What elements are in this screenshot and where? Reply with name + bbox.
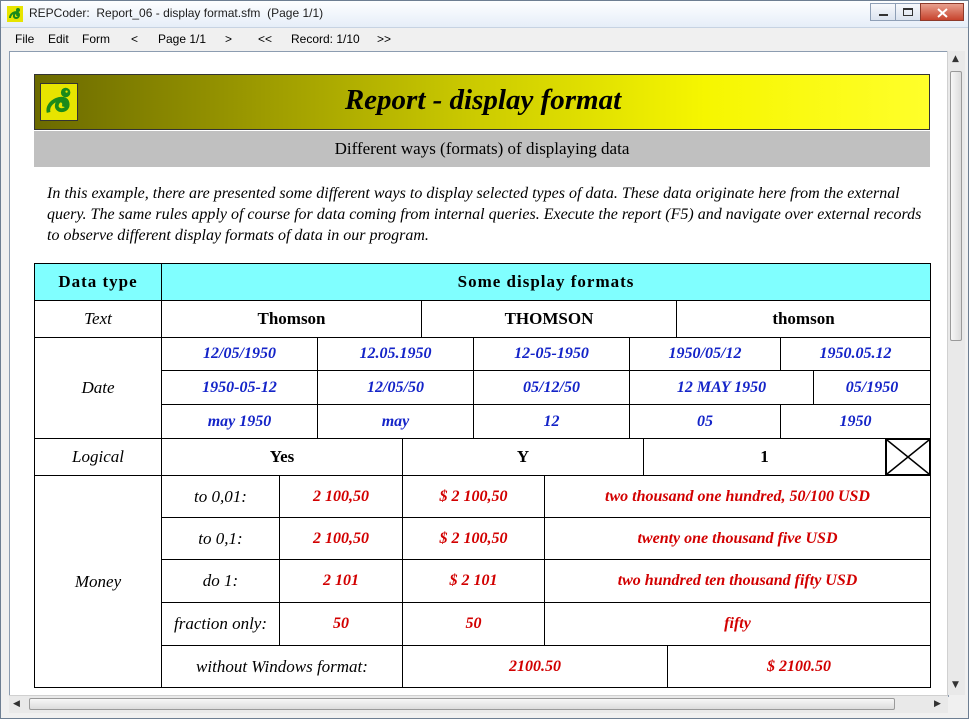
menu-first-record[interactable]: << bbox=[258, 32, 272, 46]
money-nowin-value: 2100.50 bbox=[402, 645, 668, 688]
horizontal-scroll-thumb[interactable] bbox=[29, 698, 895, 710]
text-value-normal: Thomson bbox=[161, 300, 422, 338]
menu-bar: File Edit Form < Page 1/1 > << Record: 1… bbox=[1, 28, 968, 50]
report-banner: Report - display format bbox=[34, 74, 930, 130]
money-value: 50 bbox=[279, 602, 403, 646]
report-subtitle: Different ways (formats) of displaying d… bbox=[34, 131, 930, 167]
menu-next-page[interactable]: > bbox=[225, 32, 232, 46]
header-data-type: Data type bbox=[34, 263, 162, 301]
money-format-label: fraction only: bbox=[161, 602, 280, 646]
money-format-label: to 0,01: bbox=[161, 475, 280, 518]
money-words-value: fifty bbox=[544, 602, 931, 646]
menu-form[interactable]: Form bbox=[82, 32, 110, 46]
row-label-money: Money bbox=[34, 475, 162, 688]
menu-record-indicator: Record: 1/10 bbox=[291, 32, 360, 46]
menu-edit[interactable]: Edit bbox=[48, 32, 69, 46]
money-nowin-currency-value: $ 2100.50 bbox=[667, 645, 931, 688]
report-canvas: Report - display format Different ways (… bbox=[9, 51, 949, 697]
date-value: 12 MAY 1950 bbox=[629, 370, 814, 405]
window-title: REPCoder: Report_06 - display format.sfm… bbox=[29, 6, 324, 20]
date-value: 05 bbox=[629, 404, 781, 439]
menu-file[interactable]: File bbox=[15, 32, 34, 46]
maximize-button[interactable] bbox=[895, 3, 921, 21]
row-label-text: Text bbox=[34, 300, 162, 338]
date-value: 1950 bbox=[780, 404, 931, 439]
money-currency-value: $ 2 100,50 bbox=[402, 475, 545, 518]
app-dragon-icon bbox=[7, 6, 23, 22]
money-value: 2 101 bbox=[279, 559, 403, 603]
report-title: Report - display format bbox=[344, 84, 622, 116]
scroll-down-icon[interactable]: ▼ bbox=[952, 680, 959, 690]
money-words-value: two thousand one hundred, 50/100 USD bbox=[544, 475, 931, 518]
minimize-button[interactable] bbox=[870, 3, 896, 21]
minimize-icon bbox=[879, 14, 888, 16]
logical-checkbox bbox=[885, 438, 931, 476]
menu-prev-page[interactable]: < bbox=[131, 32, 138, 46]
logical-value-yes: Yes bbox=[161, 438, 403, 476]
close-icon bbox=[937, 8, 948, 18]
date-value: 05/12/50 bbox=[473, 370, 630, 405]
vertical-scrollbar[interactable]: ▲ ▼ bbox=[947, 51, 965, 695]
row-label-date: Date bbox=[34, 337, 162, 439]
text-value-upper: THOMSON bbox=[421, 300, 677, 338]
logical-value-1: 1 bbox=[643, 438, 886, 476]
scroll-right-icon[interactable]: ▶ bbox=[934, 699, 941, 709]
vertical-scroll-thumb[interactable] bbox=[950, 71, 962, 341]
date-value: 05/1950 bbox=[813, 370, 931, 405]
money-currency-value: $ 2 101 bbox=[402, 559, 545, 603]
date-value: 12 bbox=[473, 404, 630, 439]
checkbox-cross-icon bbox=[887, 440, 929, 474]
menu-page-indicator: Page 1/1 bbox=[158, 32, 207, 46]
scroll-left-icon[interactable]: ◀ bbox=[13, 699, 20, 709]
date-value: 12/05/50 bbox=[317, 370, 474, 405]
money-format-label: do 1: bbox=[161, 559, 280, 603]
report-description: In this example, there are presented som… bbox=[47, 185, 922, 244]
date-value: 1950/05/12 bbox=[629, 337, 781, 371]
app-window: REPCoder: Report_06 - display format.sfm… bbox=[0, 0, 969, 719]
date-value: 1950-05-12 bbox=[161, 370, 318, 405]
money-words-value: two hundred ten thousand fifty USD bbox=[544, 559, 931, 603]
date-value: 12-05-1950 bbox=[473, 337, 630, 371]
close-button[interactable] bbox=[920, 3, 964, 21]
date-value: 1950.05.12 bbox=[780, 337, 931, 371]
money-nowin-label: without Windows format: bbox=[161, 645, 403, 688]
money-value: 2 100,50 bbox=[279, 517, 403, 560]
money-words-value: twenty one thousand five USD bbox=[544, 517, 931, 560]
text-value-lower: thomson bbox=[676, 300, 931, 338]
money-currency-value: $ 2 100,50 bbox=[402, 517, 545, 560]
date-value: 12.05.1950 bbox=[317, 337, 474, 371]
title-bar[interactable]: REPCoder: Report_06 - display format.sfm… bbox=[1, 1, 968, 28]
money-currency-value: 50 bbox=[402, 602, 545, 646]
money-format-label: to 0,1: bbox=[161, 517, 280, 560]
header-display-formats: Some display formats bbox=[161, 263, 931, 301]
money-value: 2 100,50 bbox=[279, 475, 403, 518]
date-value: may bbox=[317, 404, 474, 439]
row-label-logical: Logical bbox=[34, 438, 162, 476]
maximize-icon bbox=[903, 8, 913, 16]
scroll-up-icon[interactable]: ▲ bbox=[952, 54, 959, 64]
logical-value-y: Y bbox=[402, 438, 644, 476]
date-value: may 1950 bbox=[161, 404, 318, 439]
menu-last-record[interactable]: >> bbox=[377, 32, 391, 46]
horizontal-scrollbar[interactable]: ◀ ▶ bbox=[9, 695, 948, 713]
date-value: 12/05/1950 bbox=[161, 337, 318, 371]
